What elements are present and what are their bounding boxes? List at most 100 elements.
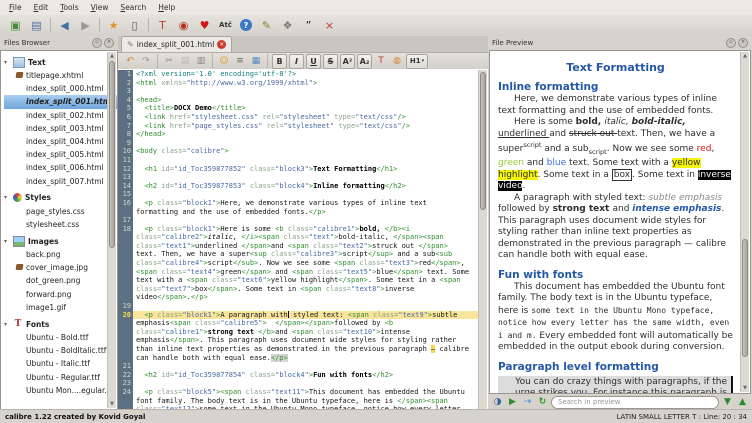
code-row[interactable]: 18 <p class="block1">Here is some <b cla… <box>118 225 479 234</box>
code-row[interactable]: 23 <box>118 379 479 388</box>
edit-file-icon[interactable]: ✎ <box>258 17 275 33</box>
search-input[interactable] <box>551 396 719 409</box>
file-item[interactable]: cover_image.jpg <box>4 261 117 274</box>
background-color-icon[interactable]: ◍ <box>390 55 404 68</box>
spell-check-icon[interactable]: Atč <box>217 17 234 33</box>
code-row[interactable]: 16 <p class="block1">Here, we demonstrat… <box>118 199 479 208</box>
device-icon[interactable]: ▯ <box>126 17 143 33</box>
code-row[interactable]: 14 <h2 id="id_Toc359877853" class="block… <box>118 182 479 191</box>
copy-icon[interactable]: ▤ <box>178 55 192 68</box>
text-color-icon[interactable]: T <box>374 55 388 68</box>
scroll-down-icon[interactable]: ▼ <box>741 384 749 392</box>
file-item[interactable]: index_split_002.html <box>4 109 117 122</box>
file-item[interactable]: Ubuntu Mon....egular.ttf <box>4 384 117 397</box>
redo-icon[interactable]: ↷ <box>139 55 153 68</box>
code-row[interactable]: 4<head> <box>118 96 479 105</box>
code-row[interactable]: class="text1">underlined </span>and <spa… <box>118 242 479 251</box>
file-item[interactable]: index_split_003.html <box>4 122 117 135</box>
embed-fonts-icon[interactable]: T <box>154 17 171 33</box>
scroll-up-icon[interactable]: ▲ <box>741 52 749 60</box>
cut-icon[interactable]: ✂ <box>162 55 176 68</box>
close-panel-button[interactable]: × <box>104 38 114 48</box>
code-row[interactable]: 22 <h2 id="id_Toc359877854" class="block… <box>118 371 479 380</box>
file-item[interactable]: image1.gif <box>4 301 117 314</box>
code-row[interactable]: 12 <h1 id="id_Toc359877852" class="block… <box>118 165 479 174</box>
code-row[interactable]: emphasis</span>. This paragraph uses doc… <box>118 336 479 345</box>
find-prev-icon[interactable]: ▲ <box>736 396 749 409</box>
editor-scrollbar[interactable] <box>478 70 487 409</box>
code-row[interactable]: 15 <box>118 190 479 199</box>
undo-icon[interactable]: ↶ <box>123 55 137 68</box>
files-section-fonts[interactable]: ▾ T Fonts <box>4 317 117 331</box>
code-row[interactable]: emphasis<span class="calibre5"> </span><… <box>118 319 479 328</box>
code-row[interactable]: 11 <box>118 156 479 165</box>
code-row[interactable]: 8</head> <box>118 130 479 139</box>
file-item[interactable]: Ubuntu - Bold.ttf <box>4 331 117 344</box>
file-item[interactable]: index_split_001.html <box>4 95 117 108</box>
code-row[interactable]: than inline text properties as demonstra… <box>118 345 479 354</box>
strikethrough-icon[interactable]: S <box>323 54 338 69</box>
code-row[interactable]: class="calibre1">strong text </b>and <sp… <box>118 328 479 337</box>
auto-reload-icon[interactable]: ▶ <box>506 396 519 409</box>
code-row[interactable]: 19 <box>118 302 479 311</box>
float-panel-button[interactable]: ▫ <box>92 38 102 48</box>
check-book-icon[interactable]: ◉ <box>175 17 192 33</box>
heading-style-icon[interactable]: H1▾ <box>406 54 428 69</box>
file-item[interactable]: index_split_004.html <box>4 135 117 148</box>
code-row[interactable]: font family. The body text is in the Ubu… <box>118 397 479 406</box>
insert-image-icon[interactable]: ▦ <box>249 55 263 68</box>
files-scrollbar-thumb[interactable] <box>109 61 115 248</box>
close-panel-button[interactable]: × <box>738 38 748 48</box>
code-row[interactable]: 9 <box>118 139 479 148</box>
refresh-icon[interactable]: ↻ <box>536 396 549 409</box>
superscript-icon[interactable]: A² <box>340 54 355 69</box>
code-row[interactable]: can handle both with equal ease.</p> <box>118 354 479 363</box>
file-item[interactable]: dot_green.png <box>4 274 117 287</box>
code-row[interactable]: 20 <p class="block1">A paragraph with st… <box>118 311 479 320</box>
scroll-down-icon[interactable]: ▼ <box>108 400 116 408</box>
code-row[interactable]: class="text7">box</span>. Some text in <… <box>118 285 479 294</box>
file-item[interactable]: index_split_006.html <box>4 161 117 174</box>
preview-scrollbar-thumb[interactable] <box>742 239 748 357</box>
underline-icon[interactable]: U <box>306 54 321 69</box>
tab-index-split-001[interactable]: ✎ index_split_001.html × <box>121 36 232 52</box>
arrange-icon[interactable]: ❖ <box>279 17 296 33</box>
file-item[interactable]: stylesheet.css <box>4 218 117 231</box>
donate-icon[interactable]: ♥ <box>196 17 213 33</box>
code-row[interactable]: 10<body class="calibre"> <box>118 147 479 156</box>
menu-search[interactable]: Search <box>114 3 152 12</box>
menu-file[interactable]: File <box>3 3 28 12</box>
float-panel-button[interactable]: ▫ <box>726 38 736 48</box>
open-in-browser-icon[interactable]: ◑ <box>491 396 504 409</box>
file-item[interactable]: Ubuntu - Regular.ttf <box>4 371 117 384</box>
menu-view[interactable]: View <box>85 3 115 12</box>
sync-to-editor-icon[interactable]: ⇢ <box>521 396 534 409</box>
file-item[interactable]: titlepage.xhtml <box>4 69 117 82</box>
file-item[interactable]: index_split_000.html <box>4 82 117 95</box>
code-row[interactable]: class="calibre2">italic, </i><span class… <box>118 233 479 242</box>
help-icon[interactable]: ? <box>240 19 252 31</box>
code-row[interactable]: formatting and the use of embedded fonts… <box>118 208 479 217</box>
code-editor[interactable]: 1<?xml version='1.0' encoding='utf-8'?> … <box>118 69 488 410</box>
menu-tools[interactable]: Tools <box>54 3 84 12</box>
paste-icon[interactable]: ▥ <box>194 55 208 68</box>
code-row[interactable]: 24 <p class="block5"><span class="text11… <box>118 388 479 397</box>
code-row[interactable]: <span class="text4">green</span> and <sp… <box>118 268 479 277</box>
special-character-icon[interactable]: ☺ <box>217 55 231 68</box>
code-row[interactable]: 13 <box>118 173 479 182</box>
new-file-icon[interactable]: ▣ <box>7 17 24 33</box>
menu-edit[interactable]: Edit <box>28 3 55 12</box>
file-item[interactable]: index_split_005.html <box>4 148 117 161</box>
code-row[interactable]: 3 <box>118 87 479 96</box>
subscript-icon[interactable]: A₂ <box>357 54 372 69</box>
files-scrollbar[interactable]: ▲ ▼ <box>107 52 116 408</box>
tab-close-button[interactable]: × <box>217 40 226 49</box>
save-book-icon[interactable]: ▤ <box>28 17 45 33</box>
forward-icon[interactable]: ▶ <box>77 17 94 33</box>
bold-icon[interactable]: B <box>272 54 287 69</box>
preview-scrollbar[interactable]: ▲ ▼ <box>740 52 749 392</box>
file-item[interactable]: index_split_007.html <box>4 175 117 188</box>
files-section-styles[interactable]: ▾ Styles <box>4 191 117 205</box>
file-item[interactable]: forward.png <box>4 288 117 301</box>
code-row[interactable]: 7 <link href="page_styles.css" rel="styl… <box>118 122 479 131</box>
